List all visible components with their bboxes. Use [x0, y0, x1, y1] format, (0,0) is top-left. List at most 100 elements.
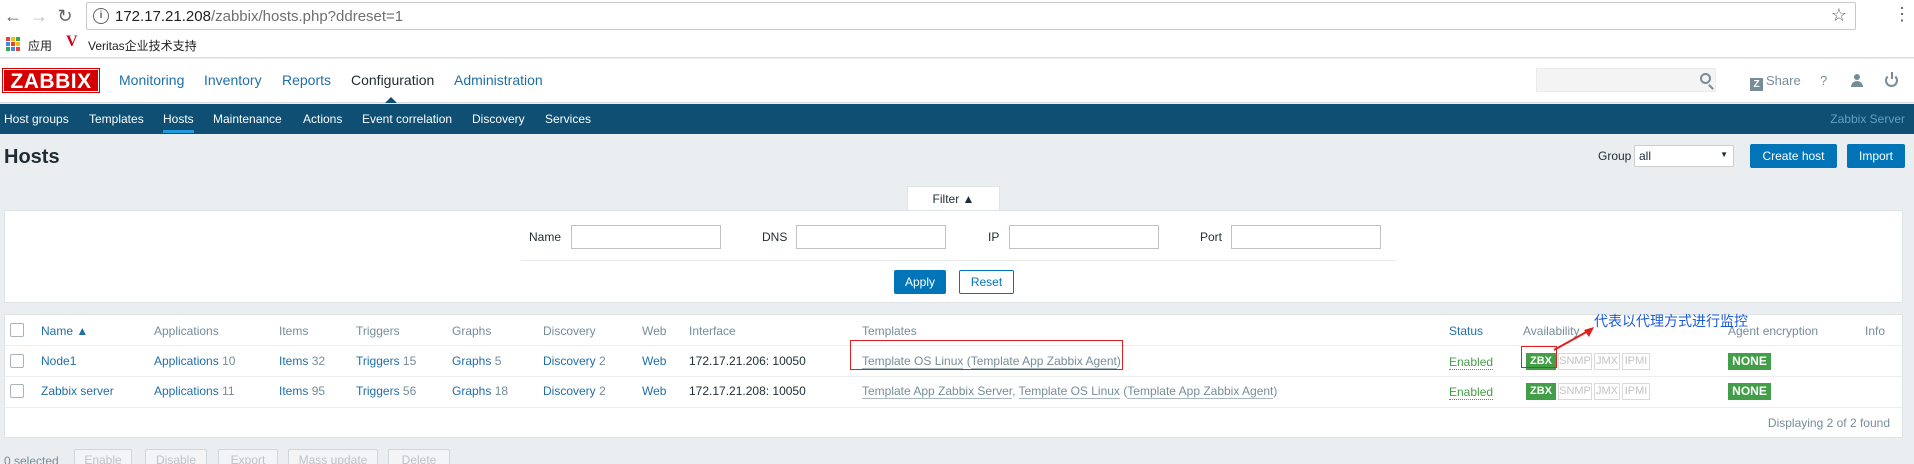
web-link[interactable]: Web	[642, 384, 666, 398]
logout-icon[interactable]	[1885, 72, 1898, 87]
col-status[interactable]: Status	[1449, 324, 1483, 338]
items-link[interactable]: Items 95	[279, 384, 325, 398]
help-button[interactable]: ?	[1820, 73, 1827, 88]
applications-link[interactable]: Applications 11	[154, 384, 235, 398]
apps-grid-icon[interactable]	[6, 37, 20, 51]
items-link[interactable]: Items 32	[279, 354, 325, 368]
address-bar[interactable]: i 172.17.21.208/zabbix/hosts.php?ddreset…	[86, 2, 1856, 30]
bookmarks-bar: 应用 V Veritas企业技术支持	[0, 32, 1914, 56]
subnav-hosts[interactable]: Hosts	[163, 112, 194, 133]
site-info-icon[interactable]: i	[93, 8, 109, 24]
encryption-badge: NONE	[1728, 353, 1771, 370]
annotation-note: 代表以代理方式进行监控	[1594, 313, 1748, 329]
status-toggle[interactable]: Enabled	[1449, 355, 1494, 370]
subnav-host-groups[interactable]: Host groups	[4, 112, 69, 126]
sub-navigation: Host groups Templates Hosts Maintenance …	[0, 104, 1914, 134]
interface-value: 172.17.21.208: 10050	[689, 384, 806, 398]
page-title: Hosts	[4, 146, 60, 168]
url-text: 172.17.21.208/zabbix/hosts.php?ddreset=1	[115, 8, 404, 25]
enable-button[interactable]: Enable	[74, 449, 132, 464]
col-graphs: Graphs	[452, 324, 492, 338]
applications-link[interactable]: Applications 10	[154, 354, 235, 368]
reload-icon[interactable]: ↻	[54, 5, 76, 27]
template-link[interactable]: Template OS Linux	[1018, 384, 1120, 399]
selected-count: 0 selected	[4, 454, 59, 464]
apply-button[interactable]: Apply	[894, 270, 946, 294]
host-name-link[interactable]: Node1	[41, 354, 76, 368]
mass-update-button[interactable]: Mass update	[288, 449, 378, 464]
subnav-templates[interactable]: Templates	[89, 112, 144, 126]
create-host-button[interactable]: Create host	[1750, 144, 1837, 168]
subnav-event-correlation[interactable]: Event correlation	[362, 112, 452, 126]
subnav-maintenance[interactable]: Maintenance	[213, 112, 282, 126]
col-web: Web	[642, 324, 667, 338]
import-button[interactable]: Import	[1847, 144, 1905, 168]
global-search-input[interactable]	[1536, 68, 1716, 92]
group-select[interactable]: all	[1634, 145, 1734, 167]
user-profile-icon[interactable]	[1851, 74, 1863, 88]
delete-button[interactable]: Delete	[388, 449, 450, 464]
subnav-discovery[interactable]: Discovery	[472, 112, 525, 126]
graphs-link[interactable]: Graphs 5	[452, 354, 501, 368]
server-name: Zabbix Server	[1830, 112, 1905, 126]
filter-port-input[interactable]	[1231, 225, 1381, 249]
filter-dns-label: DNS	[762, 230, 788, 244]
browser-menu-icon[interactable]: ⋮	[1893, 4, 1911, 24]
snmp-availability-badge: SNMP	[1558, 383, 1592, 400]
share-link[interactable]: Z Share	[1750, 73, 1801, 91]
jmx-availability-badge: JMX	[1594, 353, 1620, 370]
filter-name-input[interactable]	[571, 225, 721, 249]
displaying-count: Displaying 2 of 2 found	[1767, 416, 1890, 430]
discovery-link[interactable]: Discovery 2	[543, 384, 606, 398]
col-name[interactable]: Name ▲	[41, 324, 88, 338]
row-divider	[5, 376, 1902, 377]
search-icon[interactable]	[1700, 73, 1711, 84]
menu-inventory[interactable]: Inventory	[204, 72, 262, 88]
disable-button[interactable]: Disable	[145, 449, 207, 464]
subnav-actions[interactable]: Actions	[303, 112, 342, 126]
filter-port-label: Port	[1200, 230, 1223, 244]
bookmark-apps[interactable]: 应用	[28, 37, 52, 54]
row-checkbox[interactable]	[10, 354, 24, 368]
menu-administration[interactable]: Administration	[454, 72, 543, 88]
encryption-badge: NONE	[1728, 383, 1771, 400]
col-discovery: Discovery	[543, 324, 596, 338]
filter-ip-input[interactable]	[1009, 225, 1159, 249]
template-link[interactable]: Template App Zabbix Server	[862, 384, 1013, 399]
menu-reports[interactable]: Reports	[282, 72, 331, 88]
export-button[interactable]: Export	[218, 449, 278, 464]
triggers-link[interactable]: Triggers 56	[356, 384, 416, 398]
host-name-link[interactable]: Zabbix server	[41, 384, 114, 398]
menu-monitoring[interactable]: Monitoring	[119, 72, 184, 88]
group-label: Group	[1598, 149, 1632, 163]
annotation-templates-box	[850, 340, 1123, 370]
col-triggers: Triggers	[356, 324, 400, 338]
menu-configuration[interactable]: Configuration	[351, 72, 434, 88]
row-divider	[5, 407, 1902, 408]
bookmark-star-icon[interactable]: ☆	[1831, 5, 1847, 26]
status-toggle[interactable]: Enabled	[1449, 385, 1494, 400]
col-info: Info	[1865, 324, 1886, 338]
template-link[interactable]: Template App Zabbix Agent	[1127, 384, 1274, 399]
discovery-link[interactable]: Discovery 2	[543, 354, 606, 368]
top-navigation: ZABBIX Monitoring Inventory Reports Conf…	[0, 59, 1914, 103]
forward-arrow-icon[interactable]: →	[28, 5, 50, 27]
triggers-link[interactable]: Triggers 15	[356, 354, 416, 368]
back-arrow-icon[interactable]: ←	[2, 5, 24, 27]
zbx-availability-badge: ZBX	[1526, 383, 1556, 400]
reset-button[interactable]: Reset	[959, 270, 1014, 294]
browser-chrome: ← → ↻ i 172.17.21.208/zabbix/hosts.php?d…	[0, 0, 1914, 58]
col-applications: Applications	[154, 324, 219, 338]
annotation-arrow-icon	[1553, 327, 1594, 351]
filter-tab[interactable]: Filter ▲	[907, 186, 1000, 211]
select-all-checkbox[interactable]	[10, 323, 24, 337]
web-link[interactable]: Web	[642, 354, 666, 368]
zabbix-logo[interactable]: ZABBIX	[2, 68, 100, 93]
graphs-link[interactable]: Graphs 18	[452, 384, 508, 398]
row-checkbox[interactable]	[10, 384, 24, 398]
bookmark-veritas[interactable]: Veritas企业技术支持	[88, 37, 197, 54]
filter-dns-input[interactable]	[796, 225, 946, 249]
veritas-logo-icon: V	[66, 33, 78, 50]
subnav-services[interactable]: Services	[545, 112, 591, 126]
templates-cell: Template App Zabbix Server, Template OS …	[862, 384, 1278, 399]
